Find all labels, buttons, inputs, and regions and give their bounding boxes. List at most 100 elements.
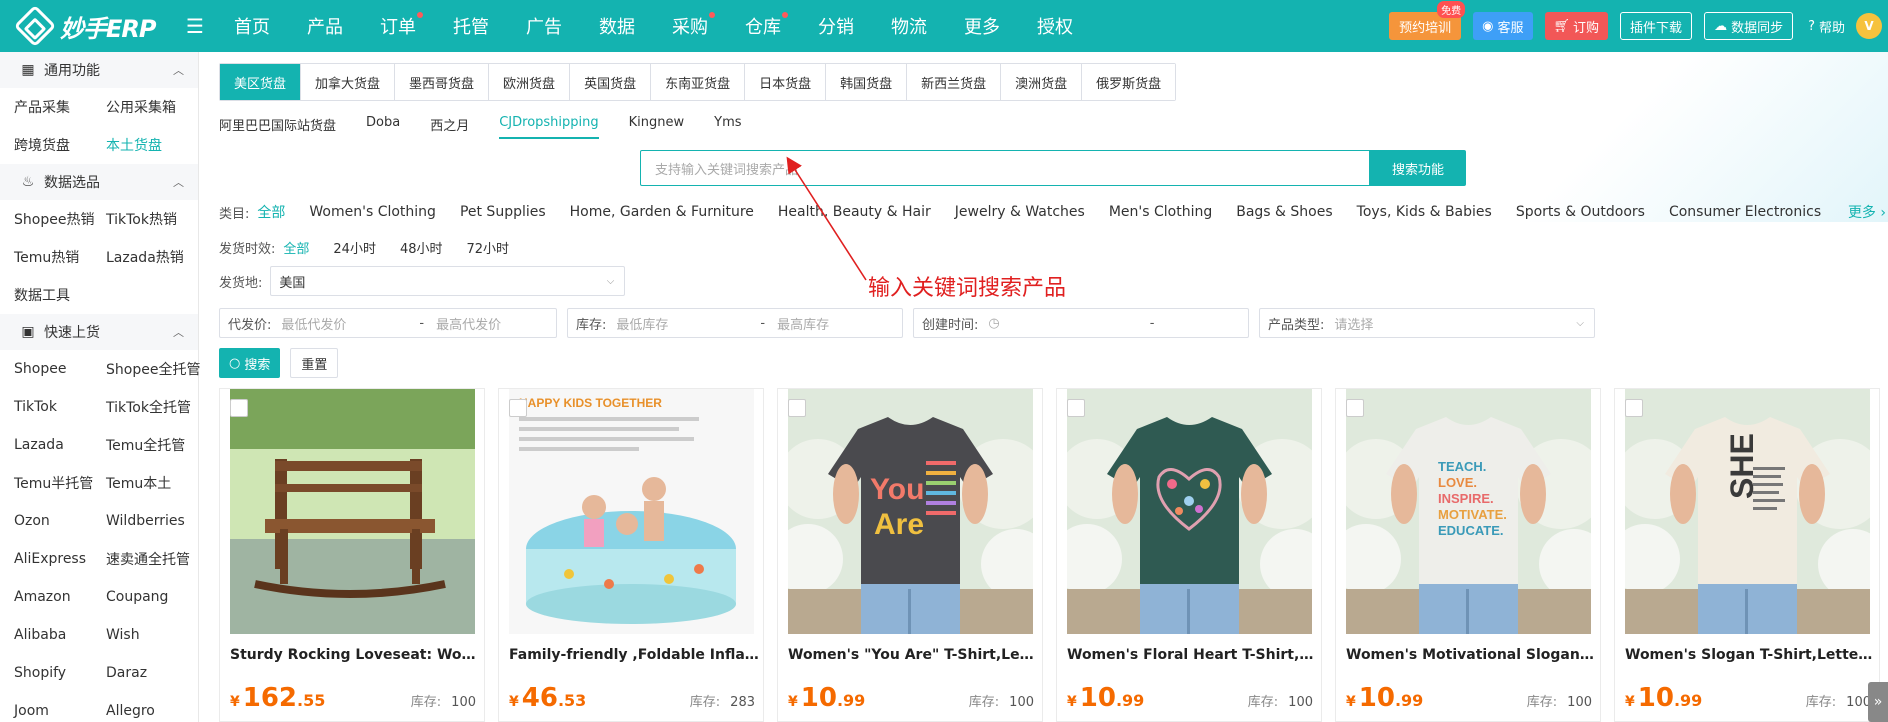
sidebar-item[interactable]: Wildberries [106,502,206,540]
sidebar-item[interactable]: Allegro [106,692,206,722]
sidebar-section-header[interactable]: ♨ 数据选品 ︿ [0,164,198,200]
category-option[interactable]: Bags & Shoes [1236,204,1332,220]
sidebar-section-header[interactable]: ▦ 通用功能 ︿ [0,52,198,88]
search-function-button[interactable]: 搜索功能 [1370,150,1466,186]
sidebar-item[interactable]: Lazada [14,426,106,464]
brand-logo[interactable]: 妙手ERP [0,4,190,48]
region-tab[interactable]: 俄罗斯货盘 [1082,64,1176,100]
product-image[interactable] [1067,389,1312,634]
search-button[interactable]: ○ 搜索 [219,348,281,378]
select-checkbox[interactable] [788,399,806,417]
sidebar-item[interactable]: Shopee全托管 [106,350,206,388]
sidebar-item[interactable]: Shopee热销 [14,200,106,238]
sidebar-item[interactable]: Temu本土 [106,464,206,502]
product-card[interactable]: SHE Women's Slogan T-Shirt,Letter Print T… [1614,388,1880,722]
nav-item-11[interactable]: 授权 [1037,13,1073,39]
region-tab[interactable]: 澳洲货盘 [1001,64,1083,100]
supplier-tab[interactable]: Doba [366,115,400,139]
sidebar-item[interactable]: Shopify [14,654,106,692]
sidebar-item[interactable]: 产品采集 [14,88,106,126]
product-card[interactable]: HAPPY KIDS TOGETHER Family-friendly ,Fold… [498,388,764,722]
region-tab[interactable]: 韩国货盘 [826,64,908,100]
avatar[interactable]: V [1856,13,1882,39]
nav-item-9[interactable]: 物流 [891,13,927,39]
region-tab[interactable]: 墨西哥货盘 [395,64,490,100]
plugin-download-button[interactable]: 插件下载 [1620,12,1693,40]
help-button[interactable]: ? 帮助 [1805,12,1848,40]
sidebar-item[interactable]: TikTok [14,388,106,426]
sidebar-item[interactable]: Joom [14,692,106,722]
sidebar-item[interactable]: 速卖通全托管 [106,540,206,578]
price-max-input[interactable]: 最高代发价 [436,314,501,333]
category-option[interactable]: 全部 [257,202,285,222]
shipping-option[interactable]: 全部 [283,238,309,257]
product-card[interactable]: YouAre Women's "You Are" T-Shirt,Letter P… [777,388,1043,722]
product-card[interactable]: Sturdy Rocking Loveseat: Wooden Loveseat… [219,388,485,722]
sidebar-item[interactable]: Amazon [14,578,106,616]
select-checkbox[interactable] [1067,399,1085,417]
sidebar-item[interactable]: Lazada热销 [106,238,206,276]
product-image[interactable]: HAPPY KIDS TOGETHER [509,389,754,634]
supplier-tab[interactable]: Yms [714,115,741,139]
more-categories-link[interactable]: 更多 › [1848,202,1886,222]
category-option[interactable]: Consumer Electronics [1669,204,1821,220]
product-title[interactable]: Women's Motivational Slogan T-Shirt,Teac… [1346,647,1596,663]
select-checkbox[interactable] [509,399,527,417]
product-card[interactable]: TEACH. LOVE. INSPIRE. MOTIVATE. EDUCATE. Wome… [1335,388,1601,722]
stock-max-input[interactable]: 最高库存 [777,314,829,333]
product-image[interactable]: You Are [788,389,1033,634]
sidebar-item[interactable]: Daraz [106,654,206,692]
region-tab[interactable]: 美区货盘 [220,64,302,100]
menu-toggle-icon[interactable]: ☰ [186,14,208,38]
sidebar-section-header[interactable]: ▣ 快速上货 ︿ [0,314,198,350]
supplier-tab[interactable]: CJDropshipping [499,115,599,139]
stock-range-field[interactable]: 库存: 最低库存 - 最高库存 [567,308,903,338]
sidebar-item[interactable]: Ozon [14,502,106,540]
nav-item-10[interactable]: 更多 [964,13,1000,39]
category-option[interactable]: Men's Clothing [1109,204,1212,220]
region-tab[interactable]: 东南亚货盘 [651,64,746,100]
category-option[interactable]: Pet Supplies [460,204,546,220]
price-range-field[interactable]: 代发价: 最低代发价 - 最高代发价 [219,308,557,338]
sidebar-item[interactable]: 本土货盘 [106,126,206,164]
nav-item-3[interactable]: 托管 [453,13,489,39]
sidebar-item[interactable]: Temu全托管 [106,426,206,464]
training-button[interactable]: 预约培训 免费 [1389,1,1466,40]
product-image[interactable]: SHE [1625,389,1870,634]
sidebar-item[interactable]: TikTok热销 [106,200,206,238]
sidebar-item[interactable]: Alibaba [14,616,106,654]
product-type-select[interactable]: 产品类型: 请选择 ⌵ [1259,308,1595,338]
region-tab[interactable]: 英国货盘 [570,64,652,100]
product-image[interactable] [230,389,475,634]
sidebar-item[interactable]: Coupang [106,578,206,616]
service-button[interactable]: ◉ 客服 [1473,12,1533,40]
price-min-input[interactable]: 最低代发价 [281,314,407,333]
created-time-field[interactable]: 创建时间: ◷ - [913,308,1249,338]
sidebar-item[interactable]: Wish [106,616,206,654]
stock-min-input[interactable]: 最低库存 [616,314,748,333]
region-tab[interactable]: 加拿大货盘 [301,64,396,100]
sidebar-item[interactable]: Temu热销 [14,238,106,276]
product-title[interactable]: Family-friendly ,Foldable Inflatable,Poo… [509,647,759,663]
category-option[interactable]: Sports & Outdoors [1516,204,1645,220]
nav-item-2[interactable]: 订单 [380,12,423,39]
expand-panel-icon[interactable]: » [1868,682,1888,722]
select-checkbox[interactable] [230,399,248,417]
product-card[interactable]: Women's Floral Heart T-Shirt,Heart Print… [1056,388,1322,722]
subscribe-button[interactable]: 🛒︎ 订购 [1544,12,1609,40]
product-image[interactable]: TEACH. LOVE. INSPIRE. MOTIVATE. EDUCATE. [1346,389,1591,634]
sidebar-item[interactable]: 跨境货盘 [14,126,106,164]
supplier-tab[interactable]: Kingnew [629,115,685,139]
nav-item-0[interactable]: 首页 [234,13,270,39]
product-title[interactable]: Sturdy Rocking Loveseat: Wooden Loveseat [230,647,480,663]
category-option[interactable]: Toys, Kids & Babies [1357,204,1492,220]
category-option[interactable]: Women's Clothing [309,204,436,220]
region-tab[interactable]: 欧洲货盘 [489,64,571,100]
nav-item-8[interactable]: 分销 [818,13,854,39]
sidebar-item[interactable]: TikTok全托管 [106,388,206,426]
origin-select[interactable]: 美国 ⌵ [270,266,626,296]
shipping-option[interactable]: 72小时 [467,238,510,257]
select-checkbox[interactable] [1625,399,1643,417]
product-title[interactable]: Women's Slogan T-Shirt,Letter Print Tee [1625,647,1875,663]
sidebar-item[interactable]: AliExpress [14,540,106,578]
